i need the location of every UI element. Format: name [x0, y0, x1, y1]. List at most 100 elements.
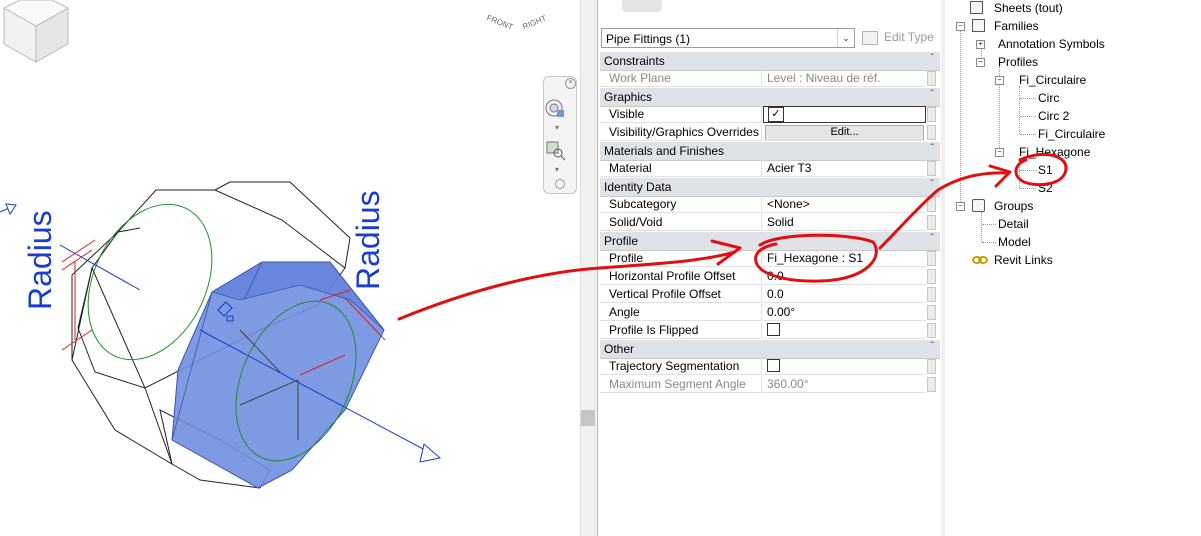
property-value[interactable]: Solid	[763, 214, 926, 231]
tree-label: Detail	[998, 217, 1029, 231]
profile-value[interactable]: Fi_Hexagone : S1	[763, 250, 926, 267]
expand-icon[interactable]: +	[976, 40, 985, 49]
close-icon[interactable]: ×	[565, 78, 576, 89]
row-scroll-cell	[927, 269, 936, 284]
property-value[interactable]: 0.0	[763, 268, 926, 285]
model-geometry[interactable]	[0, 0, 580, 536]
tree-label: Fi_Hexagone	[1019, 145, 1091, 159]
property-row[interactable]: Solid/Void Solid	[600, 214, 940, 232]
collapse-icon[interactable]: −	[976, 58, 985, 67]
row-scroll-cell	[927, 161, 936, 176]
visible-checkbox[interactable]: ✓	[768, 107, 784, 122]
groups-icon	[972, 199, 985, 212]
property-value[interactable]: 0.0	[763, 286, 926, 303]
tree-connector	[1020, 134, 1036, 135]
property-value[interactable]: <None>	[763, 196, 926, 213]
property-value[interactable]: ✓	[763, 106, 926, 123]
collapse-icon[interactable]: −	[995, 148, 1004, 157]
category-constraints[interactable]: Constraints ˆ	[600, 52, 940, 71]
nav-options-icon[interactable]	[555, 179, 565, 189]
category-profile[interactable]: Profile ˆ	[600, 232, 940, 251]
viewcube[interactable]	[0, 0, 72, 66]
chevron-down-icon[interactable]: ▾	[555, 165, 559, 174]
category-label: Materials and Finishes	[604, 144, 725, 158]
sheets-icon	[970, 1, 983, 14]
property-value[interactable]: 0.00°	[763, 304, 926, 321]
3d-viewport[interactable]: Radius Radius FRONT RIGHT × ▾ ▾	[0, 0, 580, 536]
property-row[interactable]: Vertical Profile Offset 0.0	[600, 286, 940, 304]
category-other[interactable]: Other ˆ	[600, 340, 940, 359]
tree-label: Revit Links	[994, 253, 1053, 267]
properties-scrollbar[interactable]	[941, 0, 945, 536]
edit-type-label: Edit Type	[884, 30, 934, 44]
category-label: Other	[604, 342, 635, 356]
property-row[interactable]: Subcategory <None>	[600, 196, 940, 214]
tree-label: Circ 2	[1038, 109, 1070, 123]
tree-item-s1[interactable]: S1	[1038, 163, 1053, 177]
edit-type-icon	[862, 31, 878, 45]
collapse-icon[interactable]: −	[995, 76, 1004, 85]
zoom-icon[interactable]	[544, 139, 566, 161]
category-materials-and-finishes[interactable]: Materials and Finishes ˆ	[600, 142, 940, 161]
tree-connector	[1020, 188, 1036, 189]
tree-item-circ-2[interactable]: Circ 2	[1038, 109, 1069, 123]
radius-dimension-label[interactable]: Radius	[350, 190, 387, 290]
radius-dimension-label[interactable]: Radius	[22, 210, 59, 310]
property-name: Work Plane	[600, 70, 762, 87]
chevron-down-icon[interactable]: ⌄	[837, 29, 854, 47]
property-row[interactable]: Angle 0.00°	[600, 304, 940, 322]
property-row[interactable]: Visibility/Graphics Overrides Edit...	[600, 124, 940, 142]
collapse-icon[interactable]: ˆ	[931, 143, 934, 154]
property-row[interactable]: Profile Is Flipped	[600, 322, 940, 340]
tree-connector	[982, 224, 996, 225]
row-scroll-cell	[927, 197, 936, 212]
row-scroll-cell	[927, 323, 936, 338]
property-row[interactable]: Visible ✓	[600, 106, 940, 124]
tree-label: Model	[998, 235, 1031, 249]
tree-item-circ[interactable]: Circ	[1038, 91, 1059, 105]
property-name: Material	[600, 160, 762, 177]
edit-type-button[interactable]: Edit Type	[862, 29, 938, 47]
profile-flipped-checkbox[interactable]	[767, 323, 780, 337]
type-selector[interactable]: Pipe Fittings (1) ⌄	[601, 28, 855, 48]
row-scroll-cell	[927, 215, 936, 230]
navigation-bar: × ▾ ▾	[543, 76, 577, 194]
collapse-icon[interactable]: ˆ	[931, 233, 934, 244]
property-row[interactable]: Maximum Segment Angle 360.00°	[600, 376, 940, 394]
tree-item-fi-circulaire-type[interactable]: Fi_Circulaire	[1038, 127, 1105, 141]
trajectory-segmentation-checkbox[interactable]	[767, 359, 780, 373]
panel-splitter[interactable]	[580, 0, 598, 536]
splitter-thumb[interactable]	[581, 410, 595, 426]
tree-label: Circ	[1038, 91, 1060, 105]
property-name: Visibility/Graphics Overrides	[600, 124, 762, 141]
tree-item-s2[interactable]: S2	[1038, 181, 1053, 195]
property-value[interactable]: Acier T3	[763, 160, 926, 177]
steering-wheel-icon[interactable]	[544, 97, 566, 119]
collapse-icon[interactable]: −	[956, 202, 965, 211]
tree-connector	[1020, 116, 1036, 117]
property-name: Subcategory	[600, 196, 762, 213]
edit-overrides-button[interactable]: Edit...	[765, 125, 924, 140]
property-row[interactable]: Work Plane Level : Niveau de réf.	[600, 70, 940, 88]
tree-item-model[interactable]: Model	[998, 235, 1031, 249]
property-name: Profile Is Flipped	[600, 322, 762, 339]
property-row[interactable]: Material Acier T3	[600, 160, 940, 178]
tree-label: S1	[1038, 163, 1053, 177]
collapse-icon[interactable]: −	[956, 22, 965, 31]
families-icon	[972, 19, 985, 32]
collapse-icon[interactable]: ˆ	[931, 53, 934, 64]
tree-item-detail[interactable]: Detail	[998, 217, 1029, 231]
tree-connector	[1020, 98, 1036, 99]
collapse-icon[interactable]: ˆ	[931, 179, 934, 190]
row-scroll-cell	[927, 251, 936, 266]
collapse-icon[interactable]: ˆ	[931, 341, 934, 352]
property-row[interactable]: Horizontal Profile Offset 0.0	[600, 268, 940, 286]
tree-connector	[1019, 158, 1020, 188]
property-row[interactable]: Profile Fi_Hexagone : S1	[600, 250, 940, 268]
category-identity-data[interactable]: Identity Data ˆ	[600, 178, 940, 197]
chevron-down-icon[interactable]: ▾	[555, 123, 559, 132]
category-graphics[interactable]: Graphics ˆ	[600, 88, 940, 107]
property-name: Profile	[600, 250, 762, 267]
collapse-icon[interactable]: ˆ	[931, 89, 934, 100]
property-row[interactable]: Trajectory Segmentation	[600, 358, 940, 376]
